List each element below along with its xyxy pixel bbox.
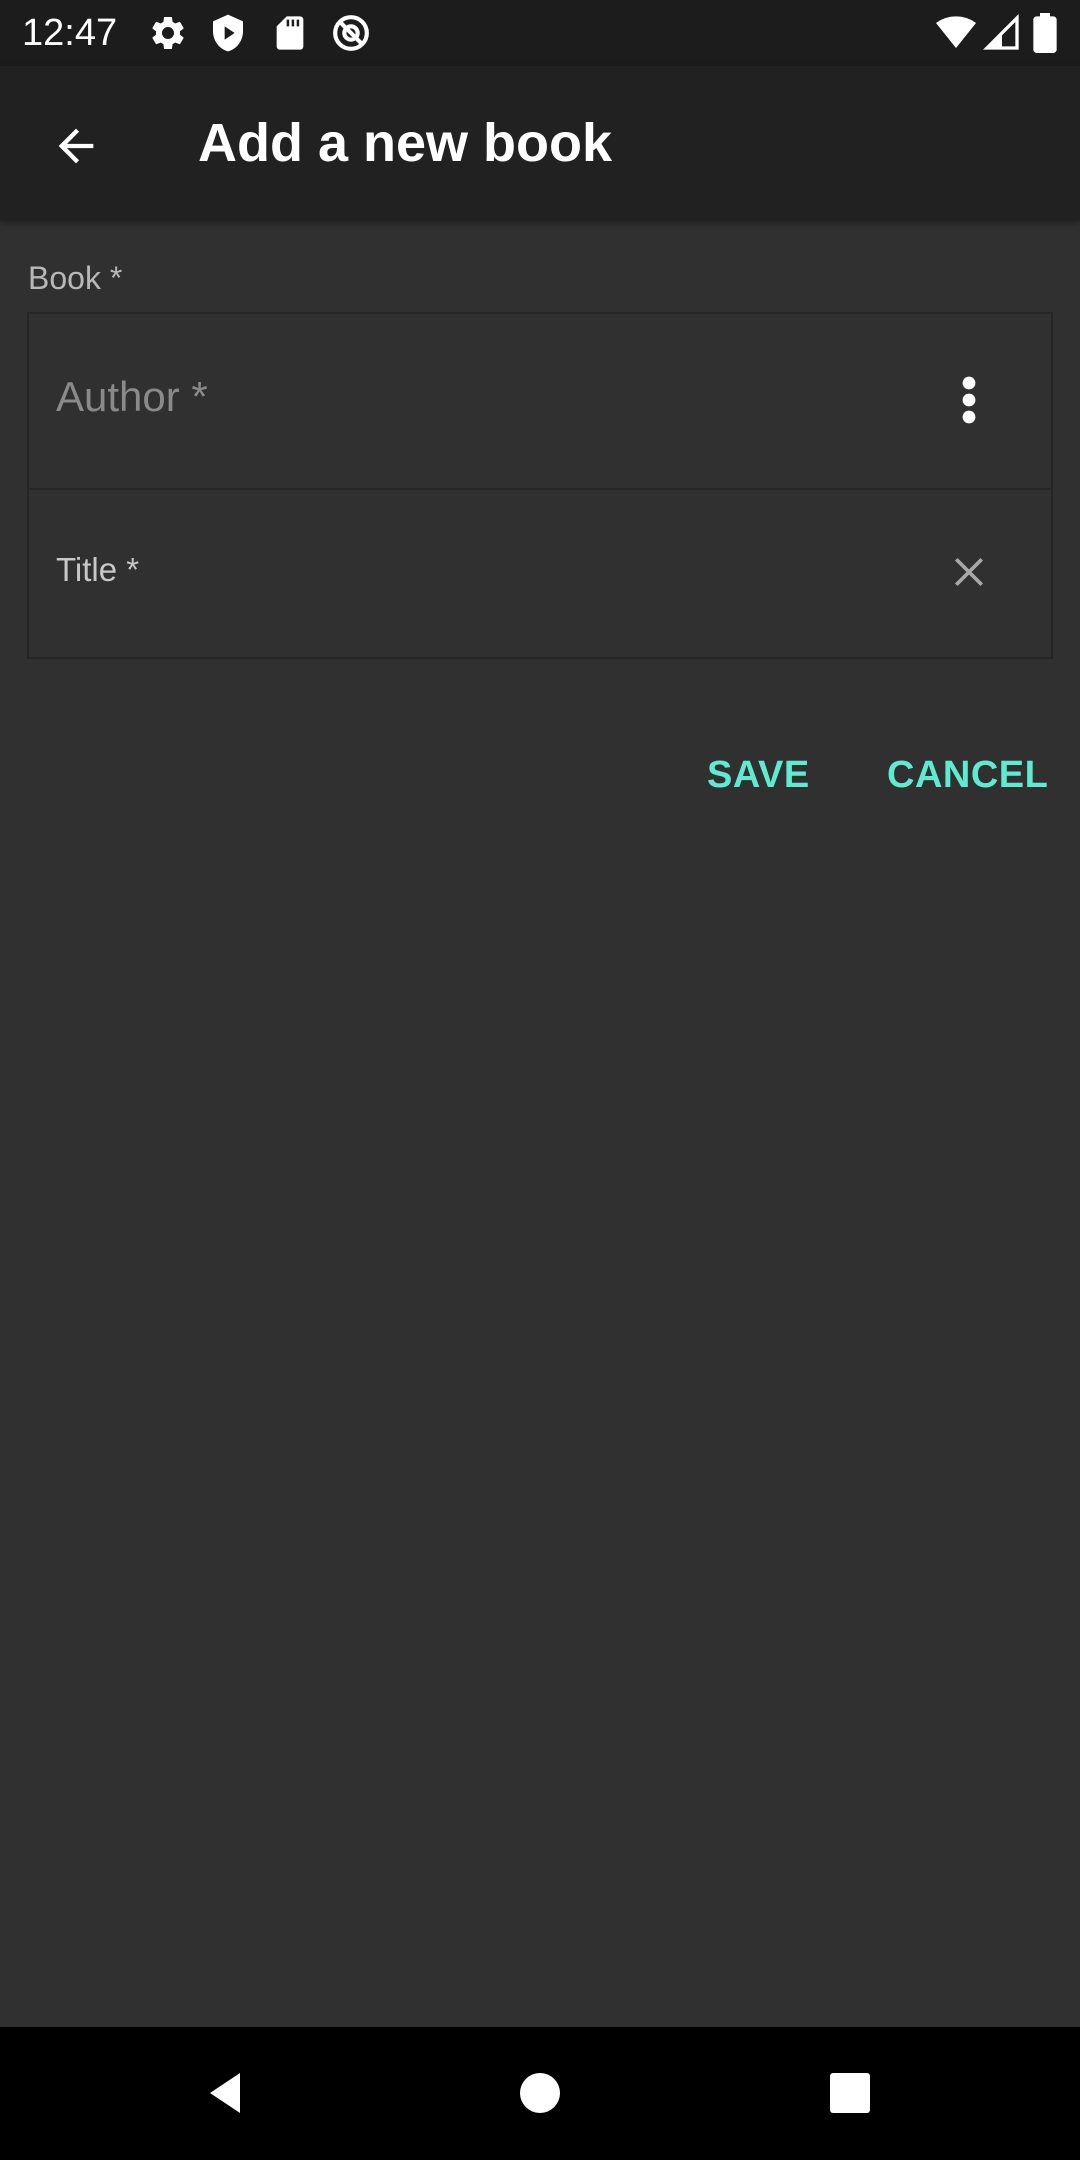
author-menu-button[interactable] [929, 360, 1009, 440]
save-button[interactable]: SAVE [707, 745, 810, 805]
wifi-icon [934, 13, 978, 53]
author-input[interactable]: Author * [56, 370, 208, 424]
title-row: Title * [29, 490, 1051, 659]
title-input[interactable]: Title * [56, 550, 139, 590]
no-tracking-icon [331, 13, 371, 53]
recents-square-icon [830, 2073, 870, 2113]
home-circle-icon [520, 2073, 560, 2113]
nav-recents-button[interactable] [810, 2053, 890, 2133]
nav-home-button[interactable] [500, 2053, 580, 2133]
more-vert-icon [962, 376, 976, 424]
arrow-back-icon [58, 128, 94, 164]
book-field-group: Author * Title * [27, 312, 1053, 659]
app-bar: Add a new book [0, 66, 1080, 220]
close-icon [954, 557, 984, 587]
battery-icon [1030, 13, 1060, 53]
status-time: 12:47 [22, 12, 118, 54]
page-title: Add a new book [198, 113, 613, 173]
nav-back-button[interactable] [186, 2053, 266, 2133]
signal-icon [982, 13, 1022, 53]
gear-icon [148, 13, 188, 53]
title-clear-button[interactable] [929, 532, 1009, 612]
shield-play-icon [208, 13, 248, 53]
cancel-button[interactable]: CANCEL [887, 745, 1048, 805]
author-row: Author * [29, 314, 1051, 490]
status-bar: 12:47 [0, 0, 1080, 66]
back-button[interactable] [36, 106, 116, 186]
book-section-label: Book * [28, 260, 123, 296]
sd-card-icon [270, 13, 310, 53]
back-triangle-icon [210, 2073, 240, 2113]
system-nav-bar [0, 2027, 1080, 2160]
